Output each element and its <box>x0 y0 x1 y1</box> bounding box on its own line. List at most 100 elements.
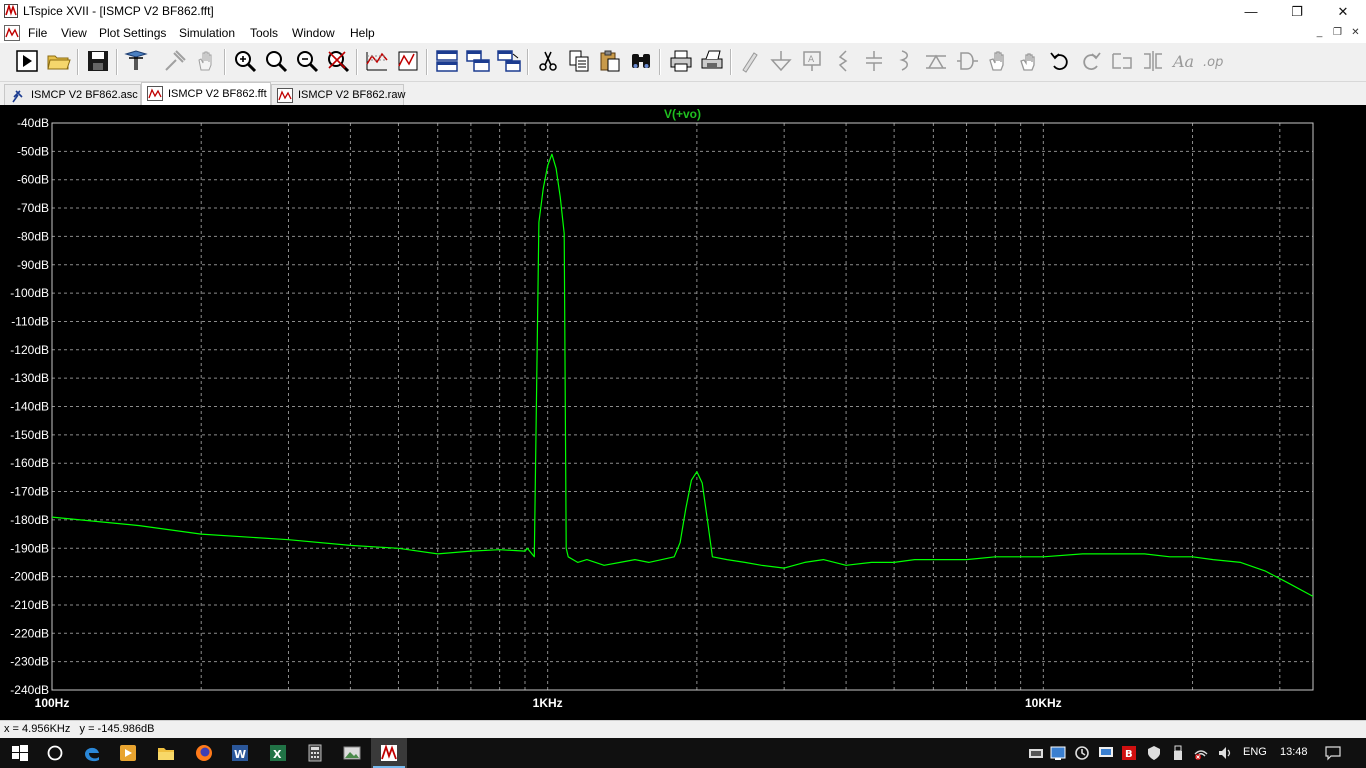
zoom-in-icon[interactable] <box>232 48 258 74</box>
menu-view[interactable]: View <box>61 26 87 40</box>
taskbar-word[interactable]: W <box>222 738 258 768</box>
tile-vertical-icon[interactable] <box>496 48 522 74</box>
display-tray-icon[interactable] <box>1098 745 1114 761</box>
y-tick-label: -80dB <box>17 229 49 243</box>
copy-icon[interactable] <box>566 48 592 74</box>
security-tray-icon[interactable] <box>1146 745 1162 761</box>
open-folder-icon[interactable] <box>46 48 72 74</box>
maximize-button[interactable]: ❐ <box>1274 0 1320 23</box>
run-icon[interactable] <box>14 48 40 74</box>
menu-simulation[interactable]: Simulation <box>179 26 235 40</box>
spice-directive-icon[interactable]: .op <box>1202 48 1228 74</box>
taskbar-firefox[interactable] <box>186 738 222 768</box>
menu-plot-settings[interactable]: Plot Settings <box>99 26 166 40</box>
minimize-button[interactable]: — <box>1228 0 1274 23</box>
tab-label: ISMCP V2 BF862.asc <box>31 89 138 101</box>
paste-icon[interactable] <box>597 48 623 74</box>
close-button[interactable]: ✕ <box>1320 0 1366 23</box>
y-tick-label: -140dB <box>10 400 49 414</box>
media-player-icon <box>120 745 136 761</box>
inductor-icon[interactable] <box>892 48 918 74</box>
antivirus-tray-icon[interactable]: B <box>1121 745 1137 761</box>
menu-tools[interactable]: Tools <box>250 26 278 40</box>
control-panel-icon[interactable] <box>123 48 149 74</box>
y-tick-label: -150dB <box>10 428 49 442</box>
y-tick-label: -40dB <box>17 116 49 130</box>
y-tick-label: -50dB <box>17 144 49 158</box>
waveform-icon <box>147 86 163 101</box>
zoom-extents-icon[interactable] <box>395 48 421 74</box>
ltspice-app-icon[interactable] <box>4 4 18 18</box>
menu-file[interactable]: File <box>28 26 47 40</box>
taskbar-app-tray-icon[interactable] <box>1028 745 1044 761</box>
svg-text:B: B <box>1125 749 1133 760</box>
tab-fft-waveform[interactable]: ISMCP V2 BF862.fft <box>141 82 271 105</box>
taskbar-file-explorer[interactable] <box>148 738 184 768</box>
probe-icon[interactable] <box>162 48 188 74</box>
start-button[interactable] <box>2 738 38 768</box>
waveform-plot[interactable]: -40dB -50dB -60dB -70dB -80dB -90dB -100dB -110… <box>0 105 1366 720</box>
capacitor-icon[interactable] <box>861 48 887 74</box>
waveform-icon <box>277 88 293 103</box>
save-icon[interactable] <box>85 48 111 74</box>
y-tick-label: -230dB <box>10 655 49 669</box>
move-hand-icon[interactable] <box>985 48 1011 74</box>
trace-label: V(+vo) <box>664 107 701 121</box>
volume-icon[interactable] <box>1217 745 1233 761</box>
print-setup-icon[interactable] <box>699 48 725 74</box>
fft-chart[interactable]: -40dB -50dB -60dB -70dB -80dB -90dB -100dB -110… <box>0 105 1366 720</box>
notifications-icon[interactable] <box>1325 745 1341 761</box>
network-tray-icon[interactable] <box>1050 745 1066 761</box>
language-indicator[interactable]: ENG <box>1243 746 1267 758</box>
tab-raw-waveform[interactable]: ISMCP V2 BF862.raw <box>271 84 405 105</box>
draw-wire-icon[interactable] <box>737 48 763 74</box>
taskbar-edge[interactable] <box>74 738 110 768</box>
undo-icon[interactable] <box>1047 48 1073 74</box>
print-icon[interactable] <box>668 48 694 74</box>
taskbar-photos[interactable] <box>334 738 370 768</box>
edge-browser-icon <box>85 747 99 762</box>
cut-scissors-icon[interactable] <box>535 48 561 74</box>
drag-hand-icon[interactable] <box>1016 48 1042 74</box>
y-tick-label: -220dB <box>10 626 49 640</box>
window-title: LTspice XVII - [ISMCP V2 BF862.fft] <box>23 4 214 18</box>
mirror-icon[interactable] <box>1140 48 1166 74</box>
tile-horizontal-icon[interactable] <box>434 48 460 74</box>
pan-hand-icon[interactable] <box>193 48 219 74</box>
toolbar-separator <box>730 49 732 75</box>
taskbar-media-player[interactable] <box>110 738 146 768</box>
component-icon[interactable] <box>954 48 980 74</box>
resistor-icon[interactable] <box>830 48 856 74</box>
label-net-icon[interactable]: A <box>799 48 825 74</box>
tab-asc-schematic[interactable]: ISMCP V2 BF862.asc <box>4 84 141 105</box>
taskbar-excel[interactable]: X <box>260 738 296 768</box>
taskbar-ltspice[interactable] <box>371 738 407 768</box>
zoom-icon[interactable] <box>263 48 289 74</box>
rotate-icon[interactable] <box>1109 48 1135 74</box>
cascade-windows-icon[interactable] <box>465 48 491 74</box>
svg-text:Aa: Aa <box>1171 52 1194 71</box>
mdi-minimize-button[interactable]: _ <box>1312 26 1327 40</box>
system-clock[interactable]: 13:48 <box>1280 746 1308 758</box>
find-binoculars-icon[interactable] <box>628 48 654 74</box>
firefox-icon <box>196 745 212 761</box>
text-icon[interactable]: Aa <box>1171 48 1197 74</box>
y-tick-label: -180dB <box>10 513 49 527</box>
usb-drive-tray-icon[interactable] <box>1170 745 1186 761</box>
zoom-out-icon[interactable] <box>294 48 320 74</box>
task-view-button[interactable] <box>37 738 73 768</box>
menu-help[interactable]: Help <box>350 26 375 40</box>
redo-icon[interactable] <box>1078 48 1104 74</box>
toolbar-separator <box>356 49 358 75</box>
taskbar-calculator[interactable] <box>297 738 333 768</box>
zoom-fit-icon[interactable] <box>325 48 351 74</box>
waveform-document-icon[interactable] <box>4 25 20 41</box>
mdi-close-button[interactable]: ✕ <box>1348 26 1363 40</box>
autorange-icon[interactable] <box>364 48 390 74</box>
diode-icon[interactable] <box>923 48 949 74</box>
mdi-restore-button[interactable]: ❐ <box>1330 26 1345 40</box>
wifi-disconnected-icon[interactable] <box>1193 745 1209 761</box>
ground-icon[interactable] <box>768 48 794 74</box>
menu-window[interactable]: Window <box>292 26 335 40</box>
update-tray-icon[interactable] <box>1074 745 1090 761</box>
